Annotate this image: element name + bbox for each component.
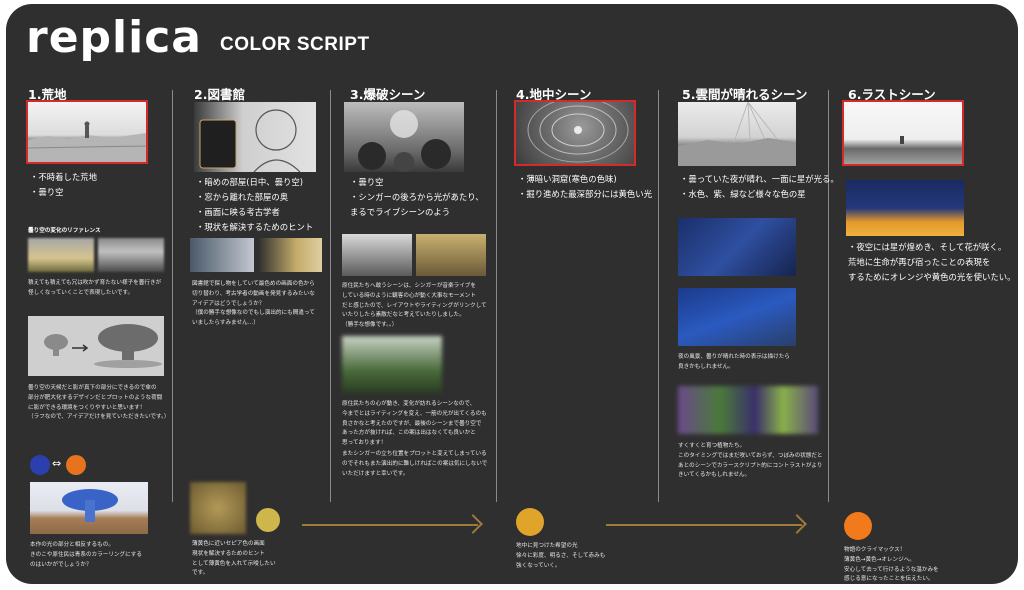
last-scene-note-1: 物語のクライマックス！ 薄黄色→黄色→オレンジへ。 安心して去って行けるような温… <box>844 547 939 583</box>
library-thumbnail <box>194 102 316 172</box>
blue-color-swatch <box>30 455 50 475</box>
night-sky-thumbnail-1 <box>678 218 796 276</box>
sepia-color-swatch <box>256 508 280 532</box>
last-scene-desc-1: ・夜空には星が煌めき、そして花が咲く。 <box>848 242 1007 252</box>
column-title-wasteland: 1.荒地 <box>28 87 67 102</box>
reference-image-1 <box>28 238 94 272</box>
column-title-clearing-sky: 5.雲間が晴れるシーン <box>682 87 808 102</box>
last-scene-desc-3: するためにオレンジや黄色の光を使いたい。 <box>848 272 1016 282</box>
library-desc-3: ・画面に映る考古学者 <box>196 207 280 217</box>
explosion-note-3: またシンガーの立ち位置をプロットと変えてしまっている のでそれもまた演出的に難し… <box>342 451 488 477</box>
explosion-variant-2 <box>416 234 486 276</box>
reference-image-2 <box>98 238 164 272</box>
column-title-library: 2.図書館 <box>194 87 245 102</box>
clearing-sky-desc-2: ・水色、紫、緑など様々な色の星 <box>680 189 806 199</box>
library-variant-1 <box>190 238 254 272</box>
yellow-color-swatch <box>516 508 544 536</box>
last-scene-thumbnail <box>844 102 962 164</box>
explosion-note-2: 原住民たちの心が動き、変化が訪れるシーンなので、 今までとはライティングを変え、… <box>342 401 487 447</box>
explosion-note-1: 原住民たちへ敢うシーンは、シンガーが音楽ライブを している時のように観客の心が動… <box>342 283 487 329</box>
replica-logo: replica <box>26 12 202 63</box>
color-progress-arrow <box>302 524 478 526</box>
last-scene-desc-2: 荒地に生命が再び宿ったことの表現を <box>848 257 991 267</box>
wasteland-note-2: 曇り空の天候だと影が真下の部分にできるので傘の 部分が肥大化するデザインだとプロ… <box>28 385 170 421</box>
wasteland-desc-2: ・曇り空 <box>30 187 64 197</box>
swap-icon: ⇔ <box>52 457 62 470</box>
clearing-sky-thumbnail <box>678 102 796 166</box>
library-note-1: 図書館で探し物をしていて最色めの画面の色から 切り替わり、考古学者の動画を発見す… <box>192 281 315 327</box>
blue-mushroom-thumbnail <box>30 482 148 534</box>
reference-title: 曇り空の変化のリファレンス <box>28 228 101 234</box>
wasteland-desc-1: ・不時着した荒地 <box>30 172 97 182</box>
wasteland-sketch <box>28 121 146 162</box>
underground-desc-2: ・掘り進めた最深部分には黄色い光 <box>518 189 652 199</box>
explosion-variant-1 <box>342 234 412 276</box>
library-desc-4: ・現状を解決するためのヒント <box>196 222 314 232</box>
orange-color-swatch <box>66 455 86 475</box>
library-variant-2 <box>258 238 322 272</box>
wasteland-note-3: 本作の光の部分と相反するもの。 きのこや原住民は青系のカラーリングにする のはい… <box>30 542 142 568</box>
clearing-sky-desc-1: ・曇っていた夜が晴れ、一面に星が光る。 <box>680 174 839 184</box>
explosion-light-thumbnail <box>342 336 442 394</box>
clearing-sky-note-2: すくすくと育つ植物たち。 このタイミングではまだ咲いておらず、つぼみの状態だと … <box>678 443 823 479</box>
color-script-board: replica COLOR SCRIPT 1.荒地 ・不時着した荒地 ・曇り空 … <box>6 4 1018 584</box>
explosion-desc-1: ・曇り空 <box>350 177 384 187</box>
clearing-sky-note-1: 夜の風景、曇りが晴れた時の表示は描けたら 良きかもしれません。 <box>678 354 790 370</box>
column-title-last-scene: 6.ラストシーン <box>848 87 936 102</box>
library-desc-2: ・窓から離れた部屋の奥 <box>196 192 289 202</box>
column-divider <box>658 90 659 502</box>
column-title-explosion: 3.爆破シーン <box>350 87 426 102</box>
explosion-desc-3: まるでライブシーンのよう <box>350 207 451 217</box>
mushroom-sketch <box>28 316 164 376</box>
library-note-2: 薄黄色に近いセピア色の画面 現状を解決するためのヒント として薄黄色を入れて示唆… <box>192 541 276 577</box>
wasteland-note-1: 積えても積えても冗は吹かず育たない様子を曇行きが 怪しくなっていくことで表現した… <box>28 280 162 296</box>
explosion-desc-2: ・シンガーの後ろから光があたり、 <box>350 192 484 202</box>
color-progress-arrow-2 <box>606 524 802 526</box>
final-orange-swatch <box>844 512 872 540</box>
library-desc-1: ・暗めの部屋(日中、曇り空) <box>196 177 304 187</box>
column-divider <box>172 90 173 502</box>
wasteland-thumbnail <box>28 102 146 162</box>
explosion-thumbnail <box>344 102 464 172</box>
underground-desc-1: ・薄暗い洞窟(寒色の色味) <box>518 174 617 184</box>
column-divider <box>496 90 497 502</box>
column-divider <box>828 90 829 502</box>
sepia-screen-thumbnail <box>190 482 246 534</box>
page-subtitle: COLOR SCRIPT <box>220 34 370 55</box>
night-sky-thumbnail-2 <box>678 288 796 346</box>
plants-thumbnail <box>678 386 818 434</box>
underground-note-1: 地中に見つけた希望の光 徐々に彩度、明るさ、そして赤みも 強くなっていく。 <box>516 543 606 569</box>
flowers-night-thumbnail <box>846 180 964 236</box>
column-divider <box>330 90 331 502</box>
column-title-underground: 4.地中シーン <box>516 87 592 102</box>
underground-thumbnail <box>516 102 634 164</box>
